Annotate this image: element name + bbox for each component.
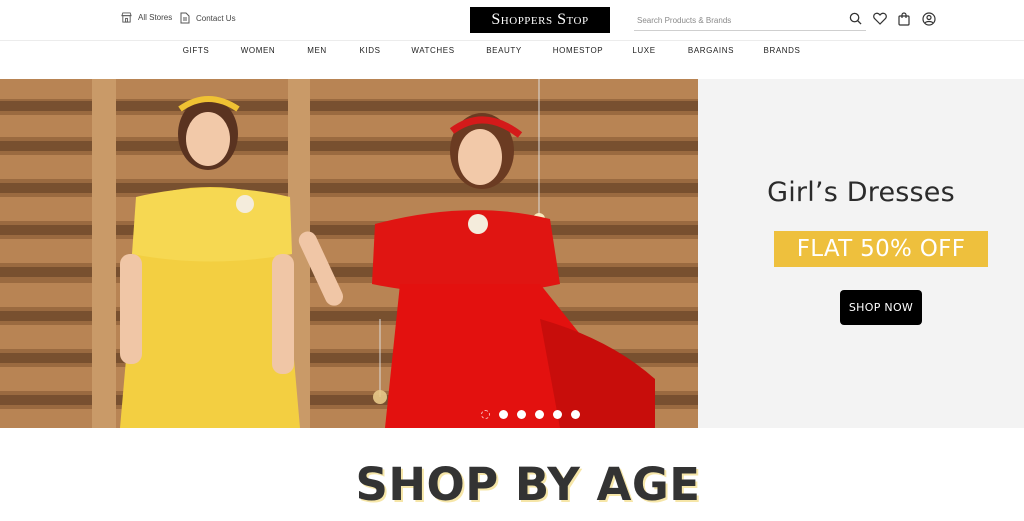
main-nav: GIFTS WOMEN MEN KIDS WATCHES BEAUTY HOME… [0, 46, 1024, 60]
carousel-dot-5[interactable] [553, 410, 562, 419]
shop-by-age-heading: SHOP BY AGE [355, 458, 701, 511]
all-stores-label: All Stores [138, 13, 173, 22]
carousel-dot-6[interactable] [571, 410, 580, 419]
promo-title: Girl’s Dresses [767, 177, 955, 208]
user-icon[interactable] [922, 12, 936, 31]
document-icon [180, 12, 190, 24]
nav-item-watches[interactable]: WATCHES [411, 46, 454, 55]
carousel-dot-4[interactable] [535, 410, 544, 419]
nav-item-women[interactable]: WOMEN [241, 46, 276, 55]
nav-item-luxe[interactable]: LUXE [632, 46, 655, 55]
bag-icon[interactable] [898, 12, 910, 31]
top-header: All Stores Contact Us Shoppers Stop [0, 0, 1024, 41]
store-icon [121, 12, 132, 23]
shop-now-button[interactable]: SHOP NOW [840, 290, 922, 325]
carousel-dot-2[interactable] [499, 410, 508, 419]
carousel-dot-1[interactable] [481, 410, 490, 419]
nav-item-kids[interactable]: KIDS [359, 46, 380, 55]
nav-item-brands[interactable]: BRANDS [764, 46, 801, 55]
search-input[interactable] [634, 11, 837, 30]
search-bar [634, 10, 866, 31]
nav-item-gifts[interactable]: GIFTS [183, 46, 210, 55]
promo-panel: Girl’s Dresses FLAT 50% OFF SHOP NOW [698, 79, 1024, 428]
search-icon[interactable] [849, 12, 862, 30]
all-stores-link[interactable]: All Stores [121, 12, 172, 23]
contact-us-label: Contact Us [196, 13, 236, 23]
heart-icon[interactable] [873, 12, 887, 30]
nav-item-men[interactable]: MEN [307, 46, 327, 55]
hero-photo [0, 79, 698, 428]
nav-item-homestop[interactable]: HOMESTOP [553, 46, 603, 55]
nav-item-bargains[interactable]: BARGAINS [688, 46, 734, 55]
promo-offer-badge: FLAT 50% OFF [774, 231, 988, 267]
carousel-dot-3[interactable] [517, 410, 526, 419]
contact-us-link[interactable]: Contact Us [180, 12, 236, 24]
hero-banner[interactable]: Girl’s Dresses FLAT 50% OFF SHOP NOW [0, 79, 1024, 428]
carousel-dots [481, 410, 580, 419]
nav-item-beauty[interactable]: BEAUTY [486, 46, 522, 55]
shoppers-stop-logo[interactable]: Shoppers Stop [470, 7, 610, 33]
